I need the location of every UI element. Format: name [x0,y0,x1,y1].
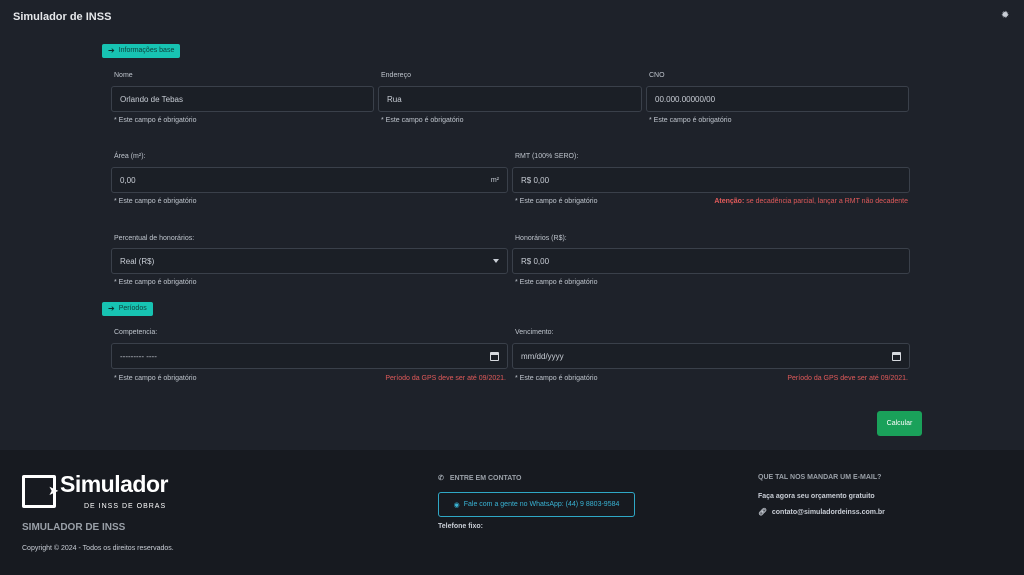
rmt-label: RMT (100% SERO): [515,153,579,160]
brand-name: SIMULADOR DE INSS [22,522,126,533]
competencia-label: Competencia: [114,329,158,336]
area-input[interactable]: 0,00 m² [111,167,508,193]
phone-icon: ✆ [438,475,444,482]
calculate-button[interactable]: Calcular [877,411,922,436]
endereco-input[interactable]: Rua [378,86,642,112]
honorarios-help: * Este campo é obrigatório [515,279,598,286]
cno-label: CNO [649,72,665,79]
competencia-input[interactable]: --------- ---- [111,343,508,369]
contact-heading-label: ENTRE EM CONTATO [449,474,522,482]
rmt-warning: Atenção: se decadência parcial, lançar a… [650,198,908,205]
cno-input[interactable]: 00.000.00000/00 [646,86,909,112]
percentual-value: Real (R$) [120,256,155,266]
phone-label: Telefone fixo: [438,523,483,530]
whatsapp-icon: ◉ [453,501,460,509]
competencia-value: --------- ---- [120,351,157,361]
endereco-help: * Este campo é obrigatório [381,117,464,124]
nome-help: * Este campo é obrigatório [114,117,197,124]
rmt-input[interactable]: R$ 0,00 [512,167,910,193]
logo: ➤ Simulador DE INSS DE OBRAS [22,471,202,515]
form-area: ➔ Informações base Nome Orlando de Tebas… [0,34,1024,450]
top-bar: Simulador de INSS ✹ [0,0,1024,34]
arrow-right-icon: ➔ [108,46,115,55]
endereco-value: Rua [387,94,402,104]
section-tag-base: ➔ Informações base [102,44,181,58]
email-link[interactable]: 🔗︎ contato@simuladordeinss.com.br [758,508,885,517]
nome-value: Orlando de Tebas [120,94,184,104]
logo-subtitle: DE INSS DE OBRAS [84,503,167,510]
area-value: 0,00 [120,175,136,185]
percentual-select[interactable]: Real (R$) [111,248,508,274]
section-tag-label: Informações base [118,47,175,54]
email-address: contato@simuladordeinss.com.br [771,508,885,516]
cno-value: 00.000.00000/00 [655,94,716,104]
footer: ➤ Simulador DE INSS DE OBRAS SIMULADOR D… [0,450,1024,575]
email-subheading: Faça agora seu orçamento gratuito [758,493,875,500]
logo-word: Simulador [60,471,168,497]
vencimento-label: Vencimento: [515,329,554,336]
area-help: * Este campo é obrigatório [114,198,197,205]
rmt-warning-text: se decadência parcial, lançar a RMT não … [744,198,908,205]
gear-icon[interactable]: ✹ [1001,11,1011,21]
whatsapp-label: Fale com a gente no WhatsApp: (44) 9 880… [463,501,620,508]
vencimento-help: * Este campo é obrigatório [515,375,598,382]
vencimento-value: mm/dd/yyyy [521,351,564,361]
whatsapp-button[interactable]: ◉ Fale com a gente no WhatsApp: (44) 9 8… [438,492,635,517]
area-unit: m² [490,176,499,184]
cursor-icon: ➤ [48,483,59,498]
link-icon: 🔗︎ [758,509,767,516]
arrow-right-icon: ➔ [108,304,115,313]
rmt-warning-strong: Atenção: [714,198,745,205]
honorarios-input[interactable]: R$ 0,00 [512,248,910,274]
app-title: Simulador de INSS [13,11,112,23]
endereco-label: Endereço [381,72,411,79]
copyright: Copyright © 2024 - Todos os direitos res… [22,545,174,552]
vencimento-input[interactable]: mm/dd/yyyy [512,343,910,369]
nome-label: Nome [114,72,133,79]
chevron-down-icon [493,259,499,263]
calendar-icon[interactable] [892,351,901,361]
competencia-help: * Este campo é obrigatório [114,375,197,382]
contact-heading: ✆ ENTRE EM CONTATO [438,474,522,483]
honorarios-label: Honorários (R$): [515,235,567,242]
section-tag-periods: ➔ Períodos [102,302,153,316]
rmt-help: * Este campo é obrigatório [515,198,598,205]
honorarios-value: R$ 0,00 [521,256,550,266]
area-label: Área (m²): [114,153,146,160]
vencimento-warning: Período da GPS deve ser até 09/2021. [787,375,908,382]
rmt-value: R$ 0,00 [521,175,550,185]
competencia-warning: Período da GPS deve ser até 09/2021. [385,375,506,382]
percentual-label: Percentual de honorários: [114,235,195,242]
section-tag-label: Períodos [118,305,147,312]
nome-input[interactable]: Orlando de Tebas [111,86,374,112]
cno-help: * Este campo é obrigatório [649,117,732,124]
calendar-icon[interactable] [490,351,499,361]
percentual-help: * Este campo é obrigatório [114,279,197,286]
email-heading: QUE TAL NOS MANDAR UM E-MAIL? [758,474,882,481]
